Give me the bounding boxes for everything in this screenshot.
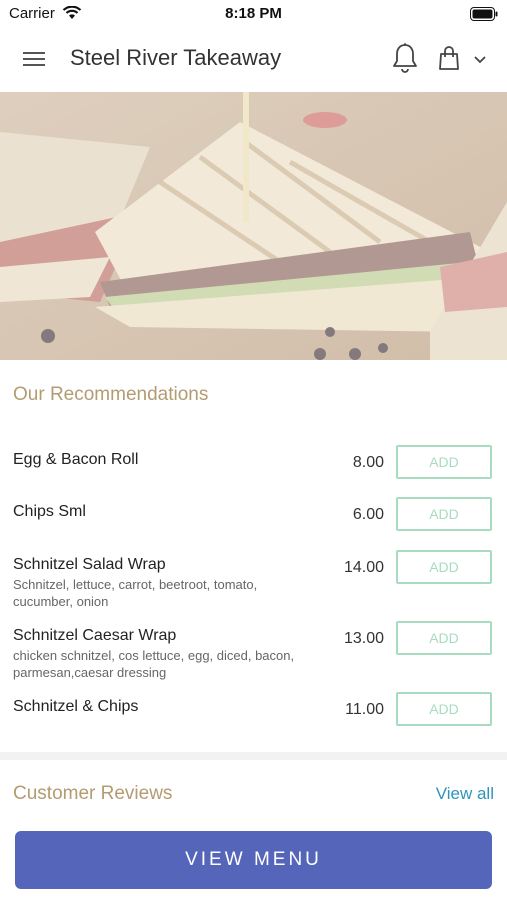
shopping-bag-icon[interactable] bbox=[436, 45, 462, 73]
add-button[interactable]: ADD bbox=[396, 445, 492, 479]
clock: 8:18 PM bbox=[225, 5, 282, 22]
item-name: Schnitzel & Chips bbox=[13, 698, 139, 715]
view-all-link[interactable]: View all bbox=[436, 784, 494, 804]
item-price: 14.00 bbox=[343, 559, 384, 576]
item-price: 8.00 bbox=[352, 454, 384, 471]
item-name: Chips Sml bbox=[13, 503, 86, 520]
battery-icon bbox=[470, 7, 498, 26]
app-header: Steel River Takeaway bbox=[0, 26, 507, 92]
reviews-title: Customer Reviews bbox=[13, 783, 173, 804]
item-name: Schnitzel Caesar Wrap bbox=[13, 627, 177, 644]
hero-image bbox=[0, 92, 507, 360]
recommendations-title: Our Recommendations bbox=[13, 384, 209, 405]
item-name: Egg & Bacon Roll bbox=[13, 451, 139, 468]
item-name: Schnitzel Salad Wrap bbox=[13, 556, 166, 573]
add-button[interactable]: ADD bbox=[396, 497, 492, 531]
add-button[interactable]: ADD bbox=[396, 692, 492, 726]
app-title: Steel River Takeaway bbox=[70, 45, 282, 70]
item-description: Schnitzel, lettuce, carrot, beetroot, to… bbox=[13, 577, 258, 609]
status-bar: Carrier 8:18 PM bbox=[0, 0, 507, 26]
item-description: chicken schnitzel, cos lettuce, egg, dic… bbox=[13, 648, 295, 680]
bell-icon[interactable] bbox=[391, 42, 419, 74]
item-price: 13.00 bbox=[343, 630, 384, 647]
add-button[interactable]: ADD bbox=[396, 621, 492, 655]
chevron-down-icon[interactable] bbox=[472, 53, 488, 67]
item-price: 11.00 bbox=[345, 701, 384, 718]
menu-icon[interactable] bbox=[19, 45, 49, 73]
add-button[interactable]: ADD bbox=[396, 550, 492, 584]
section-divider bbox=[0, 752, 507, 760]
view-menu-button[interactable]: VIEW MENU bbox=[15, 831, 492, 889]
item-price: 6.00 bbox=[352, 506, 384, 523]
